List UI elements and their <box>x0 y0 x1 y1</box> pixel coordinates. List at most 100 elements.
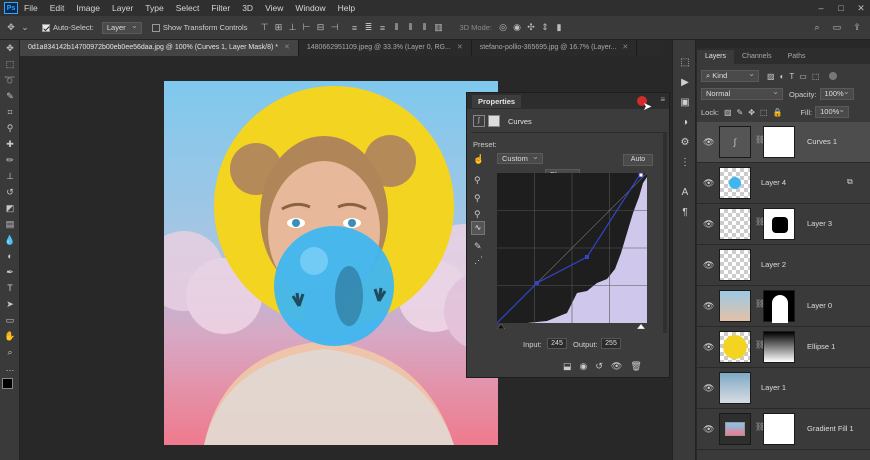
layer-row-layer-4[interactable]: 👁 Layer 4 ⧉ <box>697 163 870 204</box>
menu-filter[interactable]: Filter <box>211 3 230 13</box>
align-vcenter-icon[interactable]: ⊞ <box>271 22 285 33</box>
reset-icon[interactable]: ↺ <box>595 361 603 372</box>
move-tool[interactable]: ✥ <box>0 40 20 56</box>
align-left-icon[interactable]: ⊢ <box>299 22 313 33</box>
healing-brush-tool[interactable]: ✚ <box>0 136 20 152</box>
dodge-tool[interactable]: ◐ <box>0 248 20 264</box>
actions-panel-icon[interactable]: ▶ <box>673 72 697 92</box>
layer-mask-thumbnail[interactable] <box>763 290 795 323</box>
menu-window[interactable]: Window <box>295 3 325 13</box>
eyedropper-tool[interactable]: ⚲ <box>0 120 20 136</box>
tool-preset-chevron-icon[interactable]: ⌄ <box>18 22 32 33</box>
black-point-eyedropper-icon[interactable]: ⚲ <box>474 175 481 186</box>
filter-toggle[interactable] <box>829 72 838 80</box>
menu-3d[interactable]: 3D <box>242 3 253 13</box>
align-right-icon[interactable]: ⊣ <box>327 22 341 33</box>
history-panel-icon[interactable]: ⬚ <box>673 52 697 72</box>
tab-layers[interactable]: Layers <box>697 50 735 64</box>
3d-rotate-icon[interactable]: ◎ <box>496 22 510 33</box>
brush-settings-icon[interactable]: ⋮ <box>673 152 697 172</box>
layer-row-ellipse-1[interactable]: 👁 ⛓ Ellipse 1 <box>697 327 870 368</box>
show-transform-checkbox[interactable]: Show Transform Controls <box>151 23 247 32</box>
layer-row-layer-0[interactable]: 👁 ⛓ Layer 0 <box>697 286 870 327</box>
3d-roll-icon[interactable]: ◉ <box>510 22 524 33</box>
lock-all-icon[interactable]: 🔒 <box>772 108 782 117</box>
filter-type-icon[interactable]: T <box>789 72 794 81</box>
pencil-draw-icon[interactable]: ✎ <box>474 241 482 252</box>
filter-pixel-icon[interactable]: ▨ <box>767 72 775 81</box>
filter-smart-icon[interactable]: ⬚ <box>812 72 820 81</box>
layer-mask-thumbnail[interactable] <box>763 208 795 240</box>
layer-mask-thumbnail[interactable] <box>763 413 795 445</box>
target-adjust-icon[interactable]: ☝ <box>473 154 484 165</box>
adjustments-panel-icon[interactable]: ◑ <box>673 112 697 132</box>
curves-graph[interactable] <box>497 173 653 329</box>
tab-document-2[interactable]: 1480662951109.jpeg @ 33.3% (Layer 0, RG.… <box>299 40 472 56</box>
kind-filter-dropdown[interactable]: ⌕ Kind <box>701 69 759 82</box>
visibility-eye-icon[interactable]: 👁 <box>703 424 714 435</box>
panel-menu-icon[interactable]: ≡ <box>660 95 665 104</box>
blur-tool[interactable]: 💧 <box>0 232 20 248</box>
distribute-top-icon[interactable]: ≡ <box>347 23 361 33</box>
distribute-hcenter-icon[interactable]: ⦀ <box>403 22 417 33</box>
close-window-button[interactable]: ✕ <box>855 2 867 14</box>
align-bottom-icon[interactable]: ⊥ <box>285 22 299 33</box>
path-select-tool[interactable]: ➤ <box>0 296 20 312</box>
white-point-eyedropper-icon[interactable]: ⚲ <box>474 209 481 220</box>
lock-artboard-icon[interactable]: ⬚ <box>760 108 768 117</box>
more-tools-icon[interactable]: … <box>0 360 20 376</box>
clone-stamp-tool[interactable]: ⊥ <box>0 168 20 184</box>
character-panel-icon[interactable]: A <box>673 182 697 202</box>
visibility-eye-icon[interactable]: 👁 <box>703 260 714 271</box>
layer-row-gradient-fill-1[interactable]: 👁 ⛓ Gradient Fill 1 <box>697 409 870 450</box>
preset-dropdown[interactable]: Custom <box>497 153 543 164</box>
filter-shape-icon[interactable]: ▭ <box>799 72 807 81</box>
visibility-eye-icon[interactable]: 👁 <box>703 383 714 394</box>
move-tool-icon[interactable]: ✥ <box>4 22 18 33</box>
foreground-color[interactable] <box>2 378 13 389</box>
marquee-tool[interactable]: ⬚ <box>0 56 20 72</box>
hand-tool[interactable]: ✋ <box>0 328 20 344</box>
menu-file[interactable]: File <box>24 3 38 13</box>
gray-point-eyedropper-icon[interactable]: ⚲ <box>474 193 481 204</box>
layer-row-curves-1[interactable]: 👁 ∫ ⛓ Curves 1 <box>697 122 870 163</box>
blend-mode-dropdown[interactable]: Normal <box>701 87 783 100</box>
properties-panel-icon[interactable]: ▣ <box>673 92 697 112</box>
layer-row-layer-3[interactable]: 👁 ⛓ Layer 3 <box>697 204 870 245</box>
distribute-right-icon[interactable]: ⦀ <box>417 22 431 33</box>
visibility-eye-icon[interactable]: 👁 <box>703 178 714 189</box>
fill-field[interactable]: 100% <box>815 105 850 118</box>
menu-select[interactable]: Select <box>176 3 200 13</box>
align-hcenter-icon[interactable]: ⊟ <box>313 22 327 33</box>
type-tool[interactable]: T <box>0 280 20 296</box>
distribute-bottom-icon[interactable]: ≡ <box>375 23 389 33</box>
3d-slide-icon[interactable]: ⇕ <box>538 22 552 33</box>
3d-scale-icon[interactable]: ▮ <box>552 22 566 33</box>
tab-paths[interactable]: Paths <box>780 50 814 64</box>
paragraph-panel-icon[interactable]: ¶ <box>673 202 697 222</box>
tab-channels[interactable]: Channels <box>734 50 780 64</box>
canvas-area[interactable]: Properties ➤ ≡ ∫ Curves Preset: Custom ☝… <box>20 56 670 460</box>
input-value-field[interactable]: 245 <box>547 338 567 349</box>
lock-pixels-icon[interactable]: ✎ <box>737 108 744 117</box>
visibility-eye-icon[interactable]: 👁 <box>703 219 714 230</box>
menu-edit[interactable]: Edit <box>50 3 65 13</box>
menu-image[interactable]: Image <box>76 3 100 13</box>
eraser-tool[interactable]: ◩ <box>0 200 20 216</box>
delete-icon[interactable]: 🗑 <box>630 361 641 372</box>
edit-points-icon[interactable]: ∿ <box>471 221 485 235</box>
visibility-eye-icon[interactable]: 👁 <box>703 342 714 353</box>
clip-to-layer-icon[interactable]: ⬓ <box>563 361 572 372</box>
workspace-icon[interactable]: ▭ <box>830 22 844 33</box>
crop-tool[interactable]: ⌗ <box>0 104 20 120</box>
minimize-button[interactable]: – <box>815 2 827 14</box>
search-icon[interactable]: ⌕ <box>810 22 824 33</box>
quick-select-tool[interactable]: ✎ <box>0 88 20 104</box>
smooth-curve-icon[interactable]: ⋰ <box>474 255 483 266</box>
output-value-field[interactable]: 255 <box>601 338 621 349</box>
pen-tool[interactable]: ✒ <box>0 264 20 280</box>
menu-layer[interactable]: Layer <box>112 3 133 13</box>
distribute-left-icon[interactable]: ⦀ <box>389 22 403 33</box>
lasso-tool[interactable]: ➰ <box>0 72 20 88</box>
shape-tool[interactable]: ▭ <box>0 312 20 328</box>
